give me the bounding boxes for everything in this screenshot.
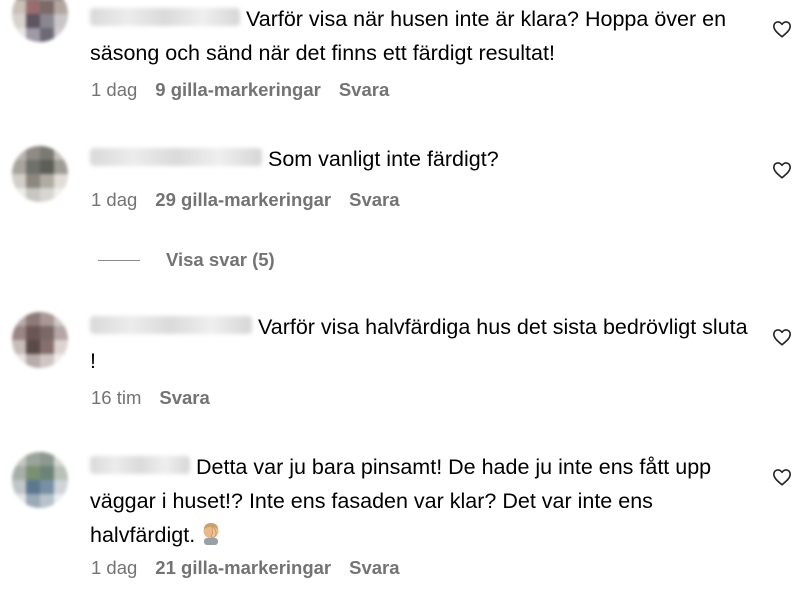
avatar[interactable] xyxy=(12,0,68,42)
comment-text: Varför visa halvfärdiga hus det sista be… xyxy=(90,315,748,373)
comment-meta: 1 dag 9 gilla-markeringar Svara xyxy=(91,78,407,102)
likes-count[interactable]: 9 gilla-markeringar xyxy=(155,79,321,100)
avatar[interactable] xyxy=(12,452,68,508)
username-blurred[interactable] xyxy=(90,148,262,167)
comment-time: 1 dag xyxy=(91,189,138,210)
username-blurred[interactable] xyxy=(90,8,240,27)
reply-button[interactable]: Svara xyxy=(349,189,399,210)
heart-outline-icon[interactable] xyxy=(772,20,792,38)
comment-text: Som vanligt inte färdigt? xyxy=(90,142,750,176)
heart-outline-icon[interactable] xyxy=(772,161,792,179)
reply-button[interactable]: Svara xyxy=(159,387,209,408)
comment-time: 1 dag xyxy=(91,79,138,100)
heart-outline-icon[interactable] xyxy=(772,468,792,486)
comment-time: 16 tim xyxy=(91,387,142,408)
username-blurred[interactable] xyxy=(90,316,252,335)
heart-outline-icon[interactable] xyxy=(772,328,792,346)
comment-meta: 1 dag 21 gilla-markeringar Svara xyxy=(91,556,418,580)
view-replies-label[interactable]: Visa svar (5) xyxy=(166,248,275,272)
likes-count[interactable]: 21 gilla-markeringar xyxy=(155,557,331,578)
comment-text: Detta var ju bara pinsamt! De hade ju in… xyxy=(90,455,712,547)
username-blurred[interactable] xyxy=(90,456,190,475)
avatar[interactable] xyxy=(12,146,68,202)
reply-button[interactable]: Svara xyxy=(349,557,399,578)
likes-count[interactable]: 29 gilla-markeringar xyxy=(155,189,331,210)
comment-time: 1 dag xyxy=(91,557,138,578)
reply-button[interactable]: Svara xyxy=(339,79,389,100)
man-facepalming-emoji xyxy=(203,523,219,546)
avatar[interactable] xyxy=(12,312,68,368)
replies-divider-line xyxy=(98,260,140,261)
comment-meta: 1 dag 29 gilla-markeringar Svara xyxy=(91,188,418,212)
comment-text: Varför visa när husen inte är klara? Hop… xyxy=(90,7,727,65)
comment-meta: 16 tim Svara xyxy=(91,386,228,410)
